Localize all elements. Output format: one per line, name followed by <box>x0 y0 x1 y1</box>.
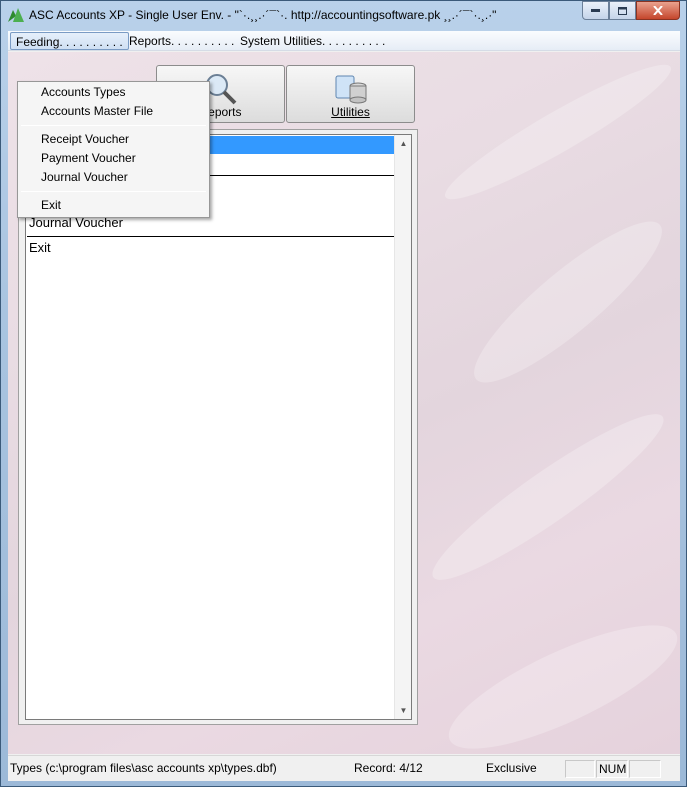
dropdown-item-receipt-voucher[interactable]: Receipt Voucher <box>19 130 208 149</box>
status-record: Record: 4/12 <box>354 761 423 775</box>
status-caps <box>565 760 595 778</box>
utilities-button-label: Utilities <box>287 105 414 119</box>
close-icon <box>653 6 663 15</box>
menu-listbox[interactable]: Accounts Master File Receipt Voucher Pay… <box>25 134 412 720</box>
status-num: NUM <box>596 760 628 778</box>
background-streak <box>456 201 680 403</box>
feeding-dropdown-menu: Accounts Types Accounts Master File Rece… <box>17 81 210 218</box>
database-icon <box>335 75 366 104</box>
client-area: Feeding. . . . . . . . . . Reports. . . … <box>8 31 680 781</box>
dropdown-item-accounts-master-file[interactable]: Accounts Master File <box>19 102 208 121</box>
dropdown-item-payment-voucher[interactable]: Payment Voucher <box>19 149 208 168</box>
title-bar[interactable]: ASC Accounts XP - Single User Env. - "`·… <box>1 1 686 29</box>
dropdown-item-accounts-types[interactable]: Accounts Types <box>19 83 208 102</box>
close-button[interactable] <box>636 1 680 20</box>
menu-feeding[interactable]: Feeding. . . . . . . . . . <box>10 32 129 50</box>
list-scrollbar[interactable]: ▲ ▼ <box>394 135 411 719</box>
dropdown-item-journal-voucher[interactable]: Journal Voucher <box>19 168 208 187</box>
utilities-underlined-label: Utilities <box>331 105 370 119</box>
minimize-icon <box>591 9 600 12</box>
scroll-up-icon[interactable]: ▲ <box>395 135 411 152</box>
app-logo-icon <box>8 8 24 22</box>
dropdown-separator <box>21 191 206 192</box>
status-bar: Types (c:\program files\asc accounts xp\… <box>8 755 680 781</box>
background-streak <box>435 52 680 215</box>
status-scroll <box>629 760 661 778</box>
background-streak <box>418 396 678 598</box>
background-streak <box>434 602 680 754</box>
app-window: ASC Accounts XP - Single User Env. - "`·… <box>0 0 687 787</box>
utilities-toolbar-button[interactable]: Utilities <box>286 65 415 123</box>
window-title: ASC Accounts XP - Single User Env. - "`·… <box>29 8 497 22</box>
status-mode: Exclusive <box>486 761 537 775</box>
menu-reports[interactable]: Reports. . . . . . . . . . <box>124 32 239 50</box>
menu-list-panel: Accounts Master File Receipt Voucher Pay… <box>18 129 418 725</box>
list-separator <box>27 236 396 237</box>
dropdown-separator <box>21 125 206 126</box>
dropdown-item-exit[interactable]: Exit <box>19 196 208 215</box>
menu-bar: Feeding. . . . . . . . . . Reports. . . … <box>8 31 680 51</box>
minimize-button[interactable] <box>582 1 609 20</box>
scroll-down-icon[interactable]: ▼ <box>395 702 411 719</box>
status-file-path: Types (c:\program files\asc accounts xp\… <box>10 761 277 775</box>
list-item[interactable]: Exit <box>26 239 396 257</box>
window-controls <box>582 1 680 20</box>
menu-system-utilities[interactable]: System Utilities. . . . . . . . . . <box>235 32 390 50</box>
maximize-icon <box>618 6 627 15</box>
maximize-button[interactable] <box>609 1 636 20</box>
